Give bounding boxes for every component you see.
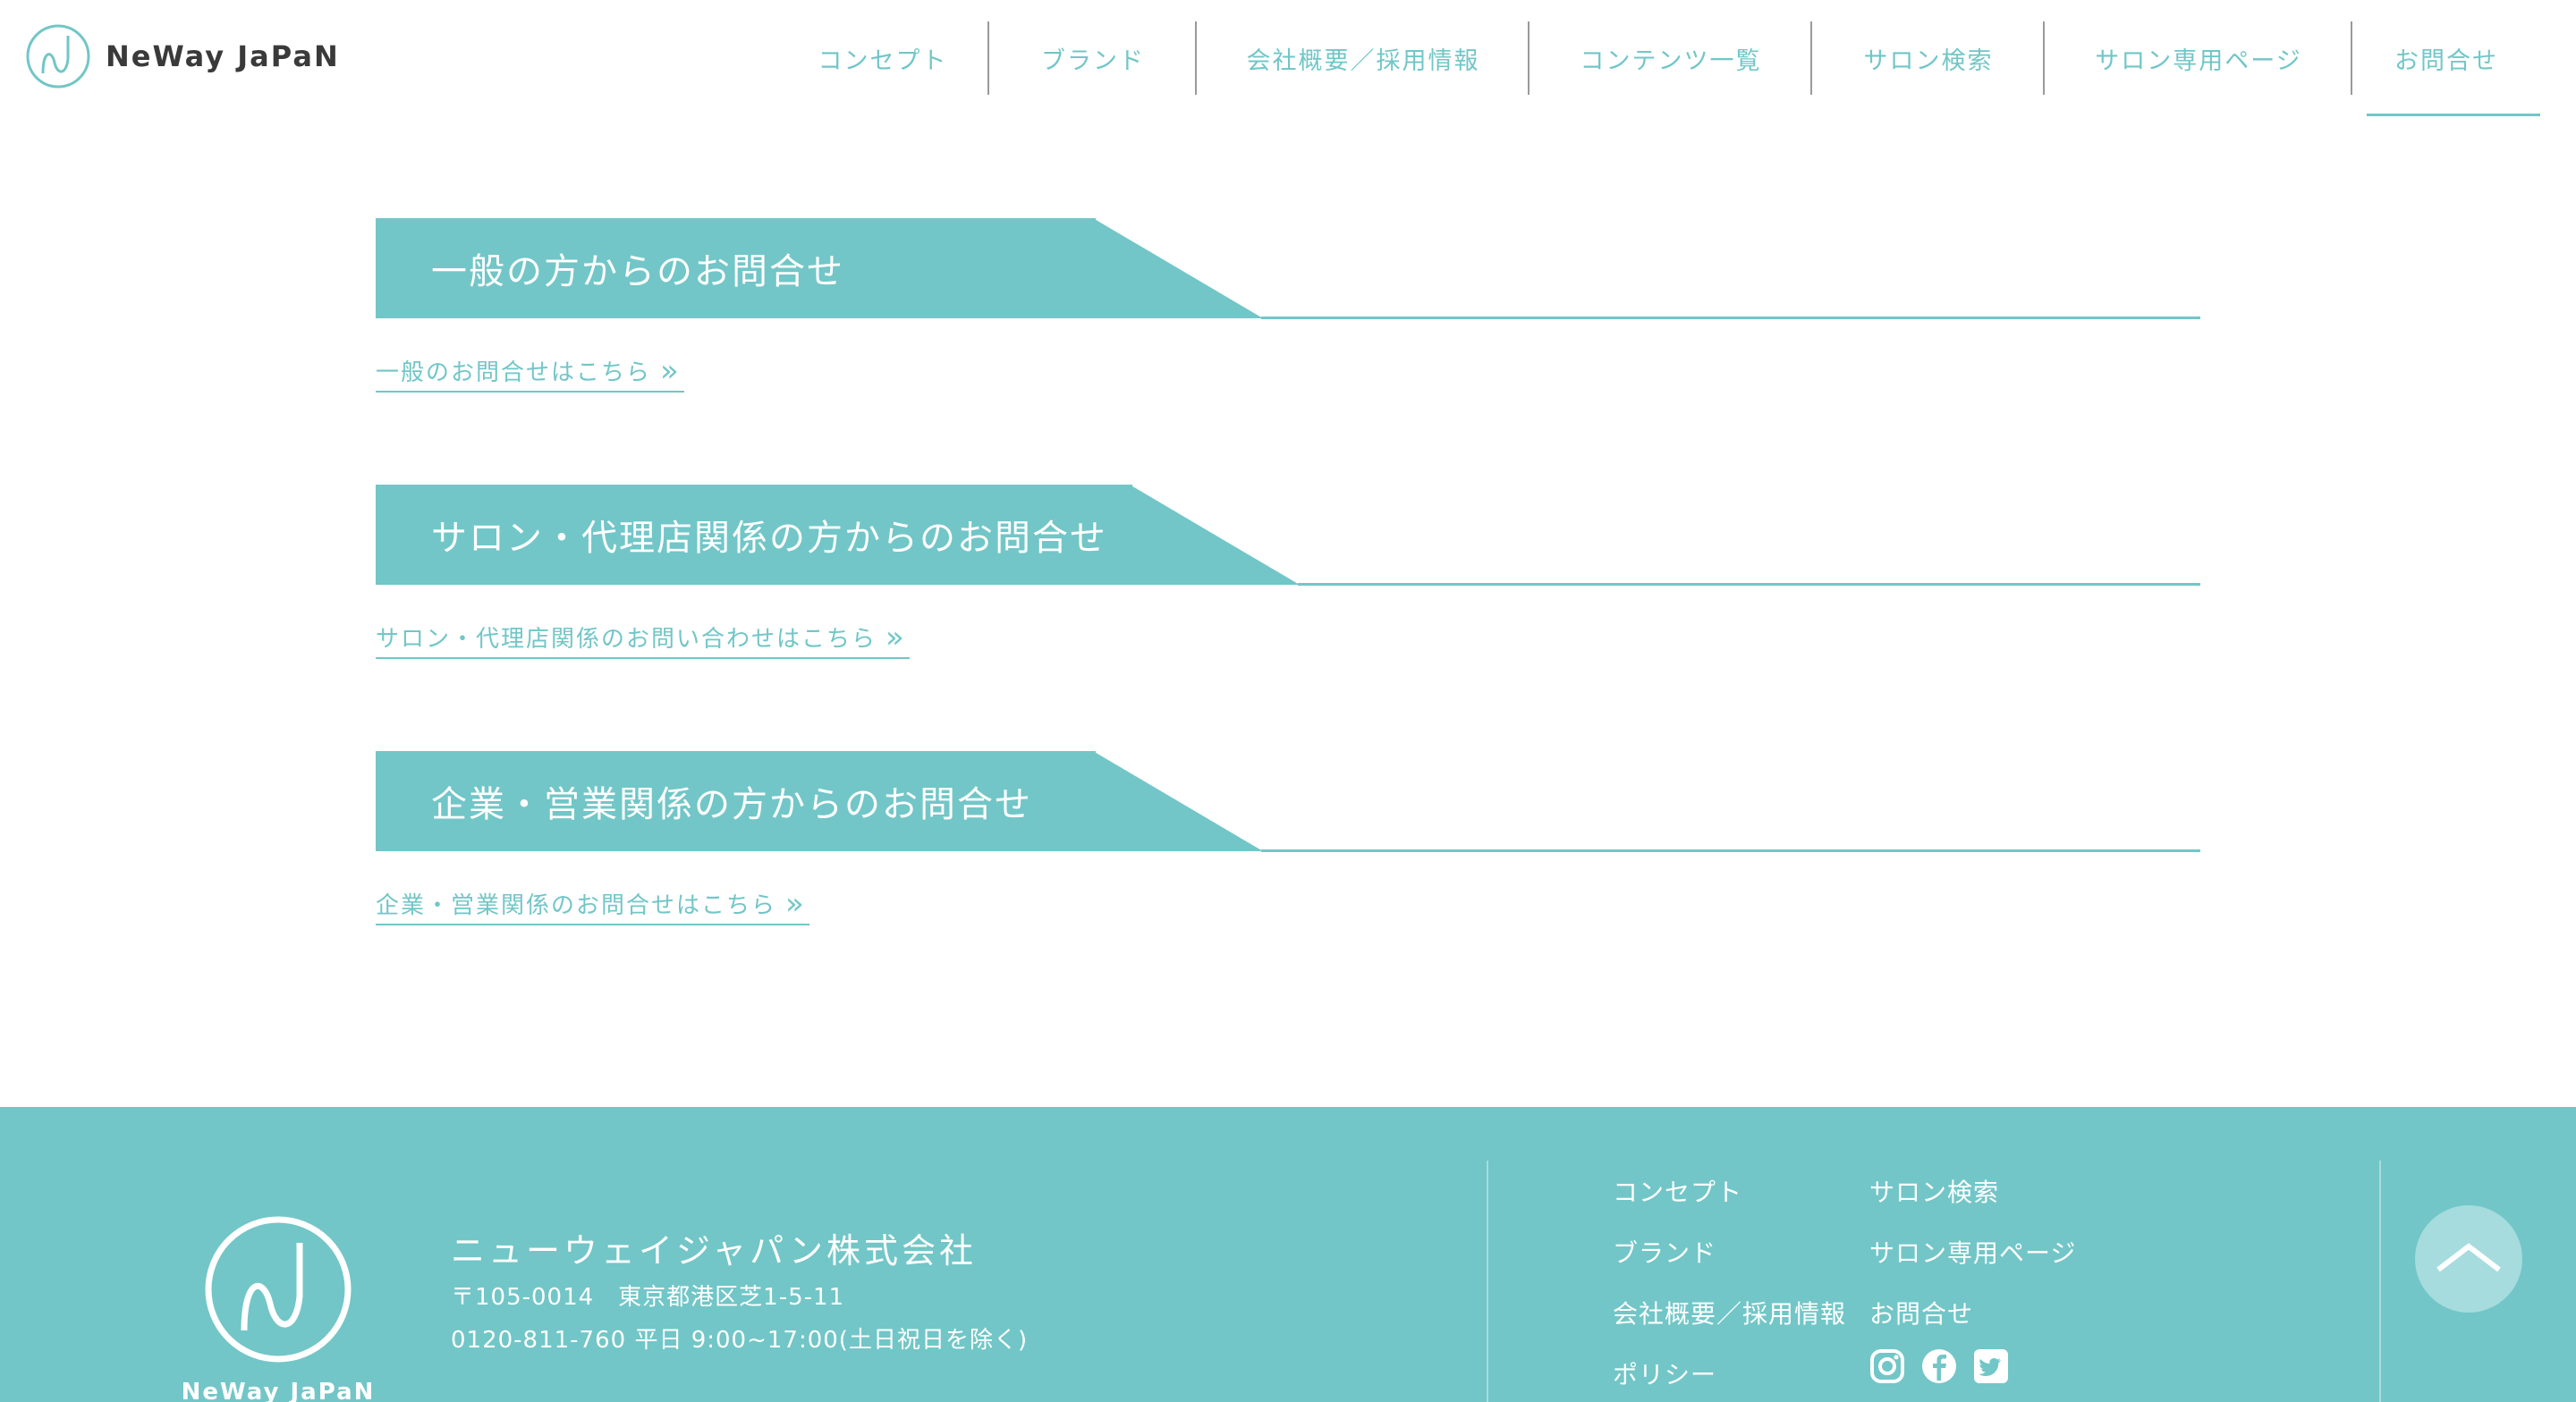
section-heading: サロン・代理店関係の方からのお問合せ <box>376 485 1132 585</box>
section-heading: 企業・営業関係の方からのお問合せ <box>376 751 1096 851</box>
main-nav: コンセプト ブランド 会社概要／採用情報 コンテンツ一覧 サロン検索 サロン専用… <box>776 21 2540 116</box>
heading-underline <box>1261 849 2200 852</box>
nav-concept[interactable]: コンセプト <box>776 21 989 116</box>
nav-salon-only-page[interactable]: サロン専用ページ <box>2045 21 2352 116</box>
footer-logo[interactable]: NeWay JaPaN <box>177 1214 379 1402</box>
business-contact-link[interactable]: 企業・営業関係のお問合せはこちら » <box>376 887 809 925</box>
heading-tail <box>1093 218 1263 318</box>
footer-logo-text: NeWay JaPaN <box>181 1379 376 1402</box>
nav-label: コンテンツ一覧 <box>1580 47 1762 75</box>
company-phone: 0120-811-760 平日 9:00~17:00(土日祝日を除く) <box>451 1327 1029 1354</box>
footer-divider <box>2379 1161 2381 1402</box>
nav-label: サロン専用ページ <box>2095 47 2302 75</box>
general-contact-link[interactable]: 一般のお問合せはこちら » <box>376 354 684 393</box>
site-logo[interactable]: NeWay JaPaN <box>25 23 340 89</box>
contact-section-salon-agency: サロン・代理店関係の方からのお問合せ サロン・代理店関係のお問い合わせはこちら … <box>376 485 2200 663</box>
nav-label: コンセプト <box>818 47 948 75</box>
site-header: NeWay JaPaN コンセプト ブランド 会社概要／採用情報 コンテンツ一覧… <box>0 0 2576 116</box>
double-chevron-right-icon: » <box>785 885 806 922</box>
footer-link-salon-search[interactable]: サロン検索 <box>1869 1173 1999 1209</box>
double-chevron-right-icon: » <box>660 352 681 389</box>
heading-underline <box>1298 583 2200 586</box>
footer-link-salon-only-page[interactable]: サロン専用ページ <box>1869 1234 2076 1270</box>
social-links <box>1869 1348 2009 1384</box>
footer-link-brand[interactable]: ブランド <box>1613 1234 1716 1270</box>
heading-tail <box>1093 751 1263 851</box>
chevron-up-icon <box>2436 1243 2501 1272</box>
contact-section-general: 一般の方からのお問合せ 一般のお問合せはこちら » <box>376 218 2200 397</box>
footer-link-policy[interactable]: ポリシー <box>1613 1356 1716 1391</box>
site-footer: NeWay JaPaN ニューウェイジャパン株式会社 〒105-0014 東京都… <box>0 1107 2576 1402</box>
back-to-top-button[interactable] <box>2415 1205 2522 1313</box>
footer-divider <box>1487 1161 1488 1402</box>
nav-brand[interactable]: ブランド <box>989 21 1197 116</box>
nav-company-recruit[interactable]: 会社概要／採用情報 <box>1197 21 1530 116</box>
link-label: サロン・代理店関係のお問い合わせはこちら <box>376 626 877 653</box>
nav-label: お問合せ <box>2394 47 2498 75</box>
contact-section-business: 企業・営業関係の方からのお問合せ 企業・営業関係のお問合せはこちら » <box>376 751 2200 930</box>
company-name: ニューウェイジャパン株式会社 <box>451 1231 978 1271</box>
company-address: 〒105-0014 東京都港区芝1-5-11 <box>451 1284 845 1311</box>
nav-contents-list[interactable]: コンテンツ一覧 <box>1530 21 1812 116</box>
nav-salon-search[interactable]: サロン検索 <box>1812 21 2045 116</box>
link-label: 一般のお問合せはこちら <box>376 359 652 386</box>
facebook-icon[interactable] <box>1921 1348 1957 1384</box>
nav-label: 会社概要／採用情報 <box>1246 47 1480 75</box>
instagram-icon[interactable] <box>1869 1348 1905 1384</box>
footer-link-contact[interactable]: お問合せ <box>1869 1295 1973 1330</box>
salon-agency-contact-link[interactable]: サロン・代理店関係のお問い合わせはこちら » <box>376 621 910 659</box>
heading-tail <box>1130 485 1300 585</box>
footer-link-concept[interactable]: コンセプト <box>1613 1173 1742 1209</box>
neway-logo-icon <box>26 24 90 89</box>
double-chevron-right-icon: » <box>886 619 906 655</box>
footer-link-company-recruit[interactable]: 会社概要／採用情報 <box>1613 1295 1846 1330</box>
link-label: 企業・営業関係のお問合せはこちら <box>376 892 777 919</box>
neway-logo-icon <box>205 1216 352 1363</box>
logo-text: NeWay JaPaN <box>106 39 340 73</box>
heading-underline <box>1261 317 2200 319</box>
nav-label: ブランド <box>1041 47 1145 75</box>
twitter-icon[interactable] <box>1973 1348 2009 1384</box>
nav-contact[interactable]: お問合せ <box>2352 21 2540 116</box>
section-heading: 一般の方からのお問合せ <box>376 218 1096 318</box>
nav-label: サロン検索 <box>1863 47 1994 75</box>
